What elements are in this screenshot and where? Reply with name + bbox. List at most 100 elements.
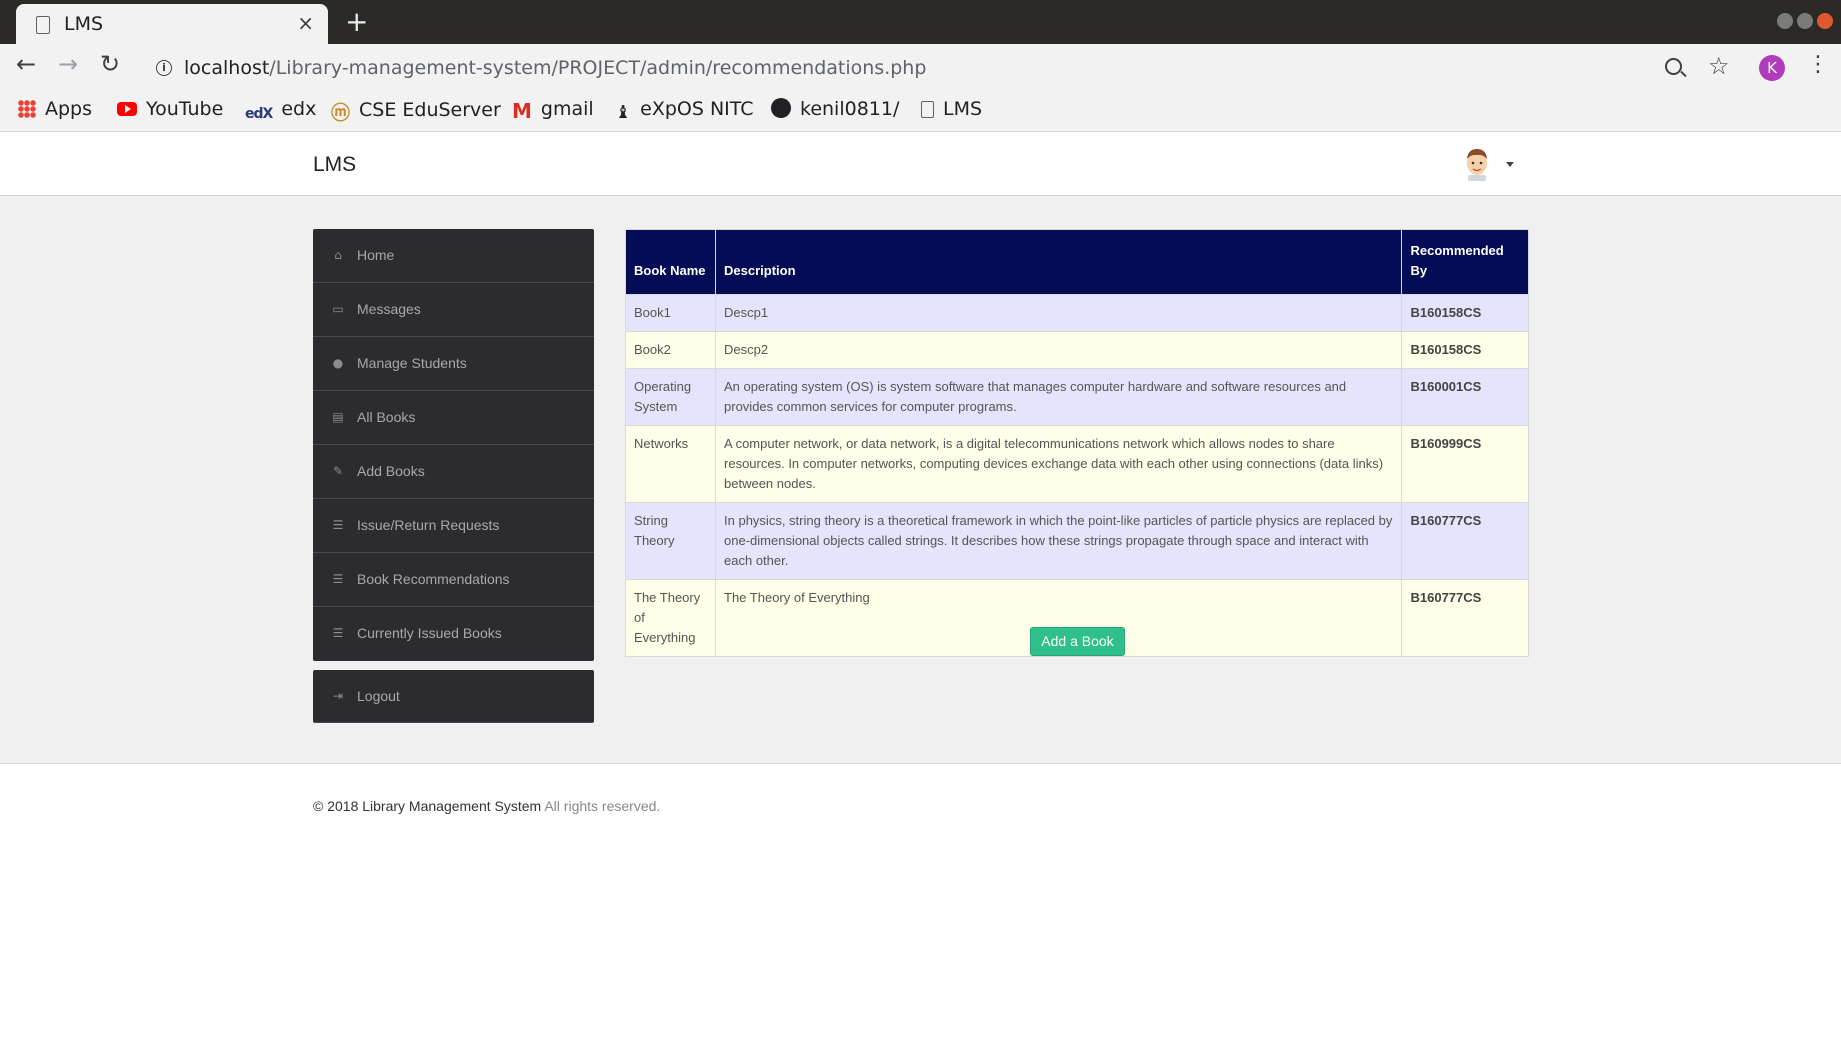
recommended-by-cell: B160158CS xyxy=(1401,294,1529,332)
sidebar-item-messages[interactable]: ▭ Messages xyxy=(313,283,594,337)
bookmark-label: edx xyxy=(281,98,317,120)
sidebar-item-add-books[interactable]: ✎ Add Books xyxy=(313,445,594,499)
edit-icon: ✎ xyxy=(332,464,344,478)
user-avatar-icon[interactable] xyxy=(1462,147,1492,181)
edx-icon: edX xyxy=(245,106,273,122)
table-row: String Theory In physics, string theory … xyxy=(624,502,1529,580)
list-icon: ☰ xyxy=(332,626,344,640)
sidebar-item-issue-return-requests[interactable]: ☰ Issue/Return Requests xyxy=(313,499,594,553)
column-header-book-name: Book Name xyxy=(624,229,717,295)
logout-label: Logout xyxy=(357,688,400,704)
add-book-button[interactable]: Add a Book xyxy=(1030,627,1125,656)
eduserver-icon: ⓜ xyxy=(331,102,351,124)
column-header-recommended-by: Recommended By xyxy=(1401,229,1529,295)
copyright-owner: © 2018 Library Management System xyxy=(313,798,542,814)
description-cell: In physics, string theory is a theoretic… xyxy=(715,502,1403,580)
inbox-icon: ▭ xyxy=(332,302,344,316)
page: LMS ⌂ Home ▭ Messages ● Manage Students xyxy=(0,133,1841,1046)
logout-button[interactable]: ⇥ Logout xyxy=(313,670,594,723)
document-icon xyxy=(36,16,50,34)
zoom-icon[interactable] xyxy=(1665,58,1682,75)
bookmarks-bar: Apps YouTube edX edx ⓜ CSE EduServer Mgmai… xyxy=(0,88,1841,132)
tab-close-icon[interactable]: × xyxy=(297,11,314,35)
back-arrow-icon[interactable]: ← xyxy=(16,50,36,78)
url-host: localhost xyxy=(184,57,270,79)
table-row: Operating System An operating system (OS… xyxy=(624,368,1529,426)
bookmark-youtube[interactable]: YouTube xyxy=(117,98,223,120)
bookmark-label: CSE EduServer xyxy=(359,99,501,121)
sidebar-item-label: Book Recommendations xyxy=(357,571,510,587)
url-path: /Library-management-system/PROJECT/admin… xyxy=(269,57,927,79)
sidebar-item-label: Add Books xyxy=(357,463,425,479)
book-icon: ▤ xyxy=(332,410,344,424)
description-cell: A computer network, or data network, is … xyxy=(715,425,1403,503)
profile-avatar[interactable]: K xyxy=(1759,55,1785,81)
browser-menu-icon[interactable]: ⋮ xyxy=(1807,52,1829,77)
description-cell: An operating system (OS) is system softw… xyxy=(715,368,1403,426)
brand-logo[interactable]: LMS xyxy=(313,153,356,177)
sidebar-item-book-recommendations[interactable]: ☰ Book Recommendations xyxy=(313,553,594,607)
expos-icon: ♝ xyxy=(615,102,632,123)
new-tab-button[interactable]: + xyxy=(345,5,368,38)
bookmark-star-icon[interactable]: ☆ xyxy=(1708,52,1730,80)
copyright-text: © 2018 Library Management System All rig… xyxy=(313,798,660,814)
description-cell: Descp1 xyxy=(715,294,1403,332)
browser-tab[interactable]: LMS × xyxy=(16,4,328,44)
copyright-rights: All rights reserved. xyxy=(544,798,661,814)
sidebar-item-label: Currently Issued Books xyxy=(357,625,502,641)
bookmark-label: gmail xyxy=(540,98,594,120)
recommended-by-cell: B160999CS xyxy=(1401,425,1529,503)
list-icon: ☰ xyxy=(332,518,344,532)
youtube-icon xyxy=(117,102,137,116)
recommended-by-cell: B160158CS xyxy=(1401,331,1529,369)
bookmark-lms[interactable]: LMS xyxy=(921,98,982,120)
home-icon: ⌂ xyxy=(334,248,342,262)
bookmark-edx[interactable]: edX edx xyxy=(245,98,316,122)
sidebar: ⌂ Home ▭ Messages ● Manage Students ▤ Al… xyxy=(313,229,594,661)
bookmark-label: eXpOS NITC xyxy=(640,98,754,120)
signout-icon: ⇥ xyxy=(332,689,344,703)
github-icon xyxy=(771,98,791,118)
window-minimize-button[interactable] xyxy=(1777,13,1793,29)
recommended-by-cell: B160777CS xyxy=(1401,579,1529,657)
description-cell: Descp2 xyxy=(715,331,1403,369)
sidebar-item-currently-issued-books[interactable]: ☰ Currently Issued Books xyxy=(313,607,594,661)
book-name-cell: Book2 xyxy=(624,331,717,369)
bookmark-label: LMS xyxy=(943,98,983,120)
book-name-cell: Operating System xyxy=(624,368,717,426)
bookmark-label: kenil0811/ xyxy=(800,98,900,120)
table-header-row: Book Name Description Recommended By xyxy=(624,229,1529,295)
list-icon: ☰ xyxy=(332,572,344,586)
sidebar-item-label: Issue/Return Requests xyxy=(357,517,500,533)
site-info-icon[interactable]: i xyxy=(156,60,172,76)
sidebar-item-home[interactable]: ⌂ Home xyxy=(313,229,594,283)
book-name-cell: Book1 xyxy=(624,294,717,332)
window-close-button[interactable] xyxy=(1817,13,1833,29)
browser-toolbar: ← → ↻ i localhost/Library-management-sys… xyxy=(0,44,1841,88)
address-bar[interactable]: localhost/Library-management-system/PROJ… xyxy=(184,57,926,79)
site-header: LMS xyxy=(0,133,1841,196)
reload-icon[interactable]: ↻ xyxy=(100,50,120,78)
sidebar-item-all-books[interactable]: ▤ All Books xyxy=(313,391,594,445)
gmail-icon: M xyxy=(512,99,532,123)
book-name-cell: String Theory xyxy=(624,502,717,580)
sidebar-item-label: Messages xyxy=(357,301,421,317)
bookmark-cse-eduserver[interactable]: ⓜ CSE EduServer xyxy=(331,98,501,125)
book-name-cell: Networks xyxy=(624,425,717,503)
recommended-by-cell: B160001CS xyxy=(1401,368,1529,426)
bookmark-label: Apps xyxy=(45,98,93,120)
bookmark-apps[interactable]: Apps xyxy=(18,98,92,120)
column-header-description: Description xyxy=(715,229,1403,295)
chevron-down-icon[interactable] xyxy=(1506,162,1514,167)
main-content: ⌂ Home ▭ Messages ● Manage Students ▤ Al… xyxy=(0,196,1841,763)
apps-grid-icon xyxy=(18,100,36,118)
bookmark-expos[interactable]: ♝ eXpOS NITC xyxy=(615,98,754,123)
bookmark-github[interactable]: kenil0811/ xyxy=(771,98,899,120)
document-icon xyxy=(921,101,934,118)
forward-arrow-icon[interactable]: → xyxy=(58,50,78,78)
window-maximize-button[interactable] xyxy=(1797,13,1813,29)
bookmark-gmail[interactable]: Mgmail xyxy=(512,98,594,123)
recommendations-table: Book Name Description Recommended By Boo… xyxy=(624,229,1529,657)
sidebar-item-label: Home xyxy=(357,247,395,263)
sidebar-item-manage-students[interactable]: ● Manage Students xyxy=(313,337,594,391)
